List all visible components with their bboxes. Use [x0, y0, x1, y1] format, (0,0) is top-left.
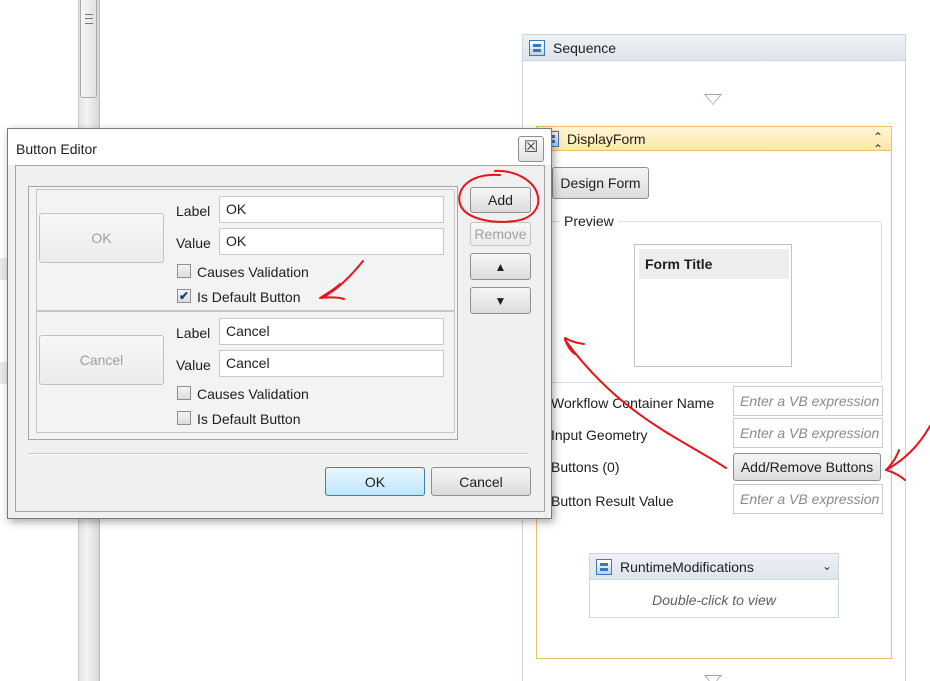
workflow-container-name-input[interactable]: Enter a VB expression [733, 386, 883, 416]
design-form-button[interactable]: Design Form [552, 167, 649, 199]
dialog-cancel-button[interactable]: Cancel [431, 467, 531, 496]
runtime-modifications-hint: Double-click to view [652, 592, 776, 608]
sequence-icon [529, 39, 545, 56]
runtime-modifications-activity[interactable]: RuntimeModifications ⌄ Double-click to v… [589, 553, 839, 618]
grip-icon [85, 14, 93, 24]
add-button[interactable]: Add [470, 187, 531, 213]
cancel-is-default-checkbox[interactable] [177, 411, 191, 425]
value-caption: Value [176, 235, 211, 251]
ok-value-input[interactable]: OK [219, 228, 444, 255]
display-form-header: DisplayForm ⌃ ⌃ [537, 127, 891, 155]
workflow-container-name-label: Workflow Container Name [551, 395, 715, 411]
dialog-ok-button[interactable]: OK [325, 467, 425, 496]
runtime-modifications-icon [596, 558, 612, 575]
sequence-header: Sequence [523, 35, 905, 61]
label-caption: Label [176, 325, 211, 341]
drop-target-arrow-icon[interactable] [704, 675, 722, 681]
preview-label: Preview [560, 213, 618, 229]
collapse-icon[interactable]: ⌃ ⌃ [871, 131, 885, 155]
cancel-button-preview: Cancel [39, 335, 164, 385]
drop-target-arrow-icon[interactable] [704, 94, 722, 105]
cancel-value-input[interactable]: Cancel [219, 350, 444, 377]
runtime-modifications-title: RuntimeModifications [620, 558, 754, 575]
ok-is-default-checkbox[interactable]: ✔ [177, 289, 191, 303]
label-caption: Label [176, 203, 211, 219]
value-caption: Value [176, 357, 211, 373]
move-up-button[interactable]: ▲ [470, 253, 531, 280]
is-default-button-label: Is Default Button [197, 411, 301, 427]
form-preview: Form Title [634, 244, 792, 367]
input-geometry-label: Input Geometry [551, 427, 648, 443]
runtime-modifications-header: RuntimeModifications ⌄ [590, 554, 838, 580]
dialog-title: Button Editor [16, 141, 97, 157]
causes-validation-label: Causes Validation [197, 386, 309, 402]
expand-icon[interactable]: ⌄ [822, 559, 832, 573]
preview-form-title: Form Title [639, 249, 789, 279]
dialog-titlebar[interactable]: Button Editor ☒ [8, 129, 551, 165]
close-icon[interactable]: ☒ [518, 136, 544, 162]
is-default-button-label: Is Default Button [197, 289, 301, 305]
button-result-value-label: Button Result Value [551, 493, 674, 509]
ok-causes-validation-checkbox[interactable] [177, 264, 191, 278]
buttons-count-label: Buttons (0) [551, 459, 620, 475]
button-result-value-input[interactable]: Enter a VB expression [733, 484, 883, 514]
scrollbar-thumb[interactable] [80, 0, 97, 98]
cancel-label-input[interactable]: Cancel [219, 318, 444, 345]
add-remove-buttons-button[interactable]: Add/Remove Buttons [733, 453, 881, 481]
move-down-button[interactable]: ▼ [470, 287, 531, 314]
remove-button[interactable]: Remove [470, 222, 531, 246]
display-form-title: DisplayForm [567, 130, 646, 147]
sequence-title: Sequence [553, 39, 617, 56]
causes-validation-label: Causes Validation [197, 264, 309, 280]
cancel-causes-validation-checkbox[interactable] [177, 386, 191, 400]
ok-button-preview: OK [39, 213, 164, 263]
dialog-separator [28, 453, 529, 455]
input-geometry-input[interactable]: Enter a VB expression [733, 418, 883, 448]
ok-label-input[interactable]: OK [219, 196, 444, 223]
